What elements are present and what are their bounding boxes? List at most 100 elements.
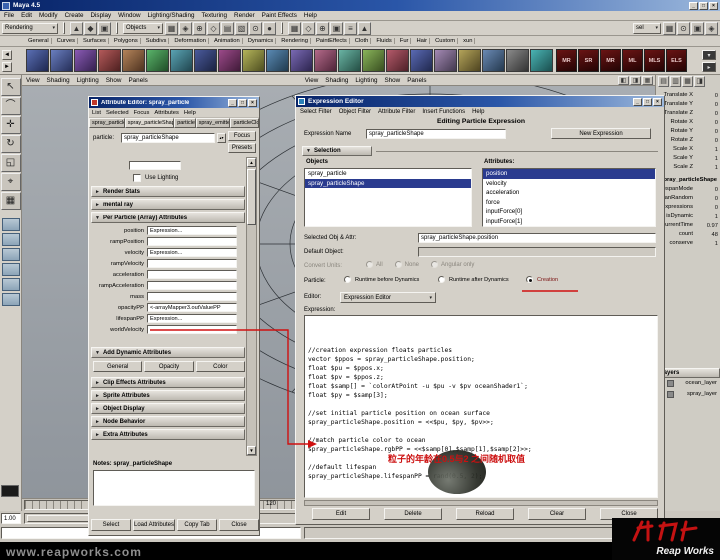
per-particle-field[interactable] [147,270,237,279]
node-cycle-icon[interactable]: ▴▾ [217,133,226,143]
shelf-tab[interactable]: Subdivs [144,38,170,44]
collapsed-section[interactable]: ► Node Behavior [91,416,245,427]
per-particle-field[interactable] [147,325,237,334]
shelf-item-19[interactable] [458,49,481,72]
convert-units-option[interactable]: Angular only [431,261,474,268]
menu-item[interactable]: Window [118,12,140,19]
expression-name-field[interactable]: spray_particleShape [366,129,506,139]
select-tool[interactable]: ↖ [1,78,21,96]
attributes-list-item[interactable]: velocity [483,179,655,189]
shelf-mr-3[interactable]: MR [600,49,621,72]
panel-menu-item[interactable]: Show [384,77,400,84]
single-pane-icon[interactable]: ◧ [618,76,629,85]
new-expression-button[interactable]: New Expression [551,128,651,139]
select-by-object-icon[interactable]: ◆ [84,22,97,35]
collapsed-section[interactable]: ► Object Display [91,403,245,414]
shelf-item-5[interactable] [122,49,145,72]
shelf-item-11[interactable] [266,49,289,72]
node-tab[interactable]: spray_emitter [196,118,231,128]
close-icon[interactable]: × [709,2,718,10]
ipr-render-icon[interactable]: ⊙ [677,22,690,35]
minimize-icon[interactable]: _ [228,99,237,107]
menu-item[interactable]: Object Filter [339,109,371,115]
menu-item[interactable]: Lighting/Shading [148,12,195,19]
dialog-button[interactable]: Load Attributes [133,519,175,531]
shelf-edit-icon[interactable]: ▸ [702,62,716,72]
menu-set-selector[interactable]: Rendering ▾ [2,23,58,34]
per-particle-field[interactable]: <-arrayMapper3.outValuePP [147,303,237,312]
panel-menu-item[interactable]: Shading [47,77,70,84]
channel-row[interactable]: conserve 1 [656,239,720,248]
shelf-item-12[interactable] [290,49,313,72]
layout-two-side-by-side[interactable] [2,248,20,261]
shelf-tab[interactable]: Surfaces [81,38,109,44]
layout-three-split[interactable] [2,278,20,291]
shape-node-header[interactable]: spray_particleShape [656,176,720,185]
channel-speed-icon[interactable]: ▥ [670,76,681,87]
select-by-hierarchy-icon[interactable]: ▲ [70,22,83,35]
menu-item[interactable]: Create [65,12,84,19]
channel-row[interactable]: currentTime 0.97 [656,221,720,230]
node-tab[interactable]: spray_particle [89,118,125,128]
radio-creation[interactable]: Creation [526,276,558,283]
render-globals-icon[interactable]: ▣ [691,22,704,35]
mask-joints-icon[interactable]: ◈ [179,22,192,35]
move-tool[interactable]: ✛ [1,116,21,134]
per-particle-field[interactable]: Expression... [147,226,237,235]
grid-pane-icon[interactable]: ▦ [642,76,653,85]
menu-item[interactable]: Selected [106,110,129,116]
channel-row[interactable]: Rotate Z 0 [656,136,720,145]
menu-item[interactable]: Insert Functions [422,109,465,115]
maximize-icon[interactable]: □ [238,99,247,107]
section-mental-ray[interactable]: ► mental ray [91,199,245,210]
rotate-tool[interactable]: ↻ [1,135,21,153]
channel-row[interactable]: expressions 0 [656,203,720,212]
dialog-button[interactable]: Edit [312,508,370,520]
shelf-tab[interactable]: xun [461,38,475,44]
snap-to-grid-icon[interactable]: ▦ [288,22,301,35]
shelf-tab[interactable]: Animation [212,38,243,44]
dialog-button[interactable]: Reload [456,508,514,520]
menu-item[interactable]: Render [234,12,255,19]
panel-menu-item[interactable]: Shading [325,77,348,84]
notes-area[interactable] [93,470,255,506]
attribute-editor-titlebar[interactable]: Attribute Editor: spray_particle _ □ × [89,97,259,108]
shelf-tab[interactable]: Fluids [374,38,394,44]
menu-item[interactable]: Paint Effects [262,12,297,19]
layer-editor-header[interactable]: Layers [656,368,720,378]
shelf-tab[interactable]: Curves [55,38,78,44]
collapsed-section[interactable]: ► Sprite Attributes [91,390,245,401]
channel-row[interactable]: count 48 [656,230,720,239]
menu-item[interactable]: Help [304,12,317,19]
convert-units-option[interactable]: All [366,261,383,268]
shelf-item-16[interactable] [386,49,409,72]
default-object-field[interactable] [418,247,656,257]
node-tab[interactable]: particleClo [230,118,259,128]
per-particle-field[interactable]: Expression... [147,314,237,323]
section-per-particle[interactable]: ▼ Per Particle (Array) Attributes [91,212,245,223]
menu-item[interactable]: Attribute Filter [378,109,415,115]
objects-list[interactable]: spray_particlespray_particleShape [304,168,472,227]
channel-row[interactable]: Rotate Y 0 [656,127,720,136]
scroll-up-icon[interactable]: ▲ [247,158,256,167]
per-particle-field[interactable] [147,237,237,246]
panel-menu-item[interactable]: View [26,77,40,84]
attributes-list-item[interactable]: inputForce[1] [483,217,655,227]
shelf-mr-5[interactable]: MLS [644,49,665,72]
shelf-item-17[interactable] [410,49,433,72]
mask-misc-icon[interactable]: ● [263,22,276,35]
shelf-tab[interactable]: PaintEffects [314,38,350,44]
add-attribute-button[interactable]: General [93,361,142,372]
scrollbar[interactable]: ▲ ▼ [246,157,257,456]
channel-row[interactable]: Scale Y 1 [656,154,720,163]
shelf-tab[interactable]: Cloth [353,38,372,44]
shelf-mr-2[interactable]: SR [578,49,599,72]
shelf-item-6[interactable] [146,49,169,72]
snap-to-point-icon[interactable]: ⊕ [316,22,329,35]
presets-button[interactable]: Presets [228,143,256,153]
shelf-item-15[interactable] [362,49,385,72]
show-manipulator-tool[interactable]: ⌖ [1,173,21,191]
shelf-tab[interactable]: Dynamics [246,38,276,44]
shelf-tab[interactable]: Hair [414,38,430,44]
mask-dynamics-icon[interactable]: ▧ [235,22,248,35]
